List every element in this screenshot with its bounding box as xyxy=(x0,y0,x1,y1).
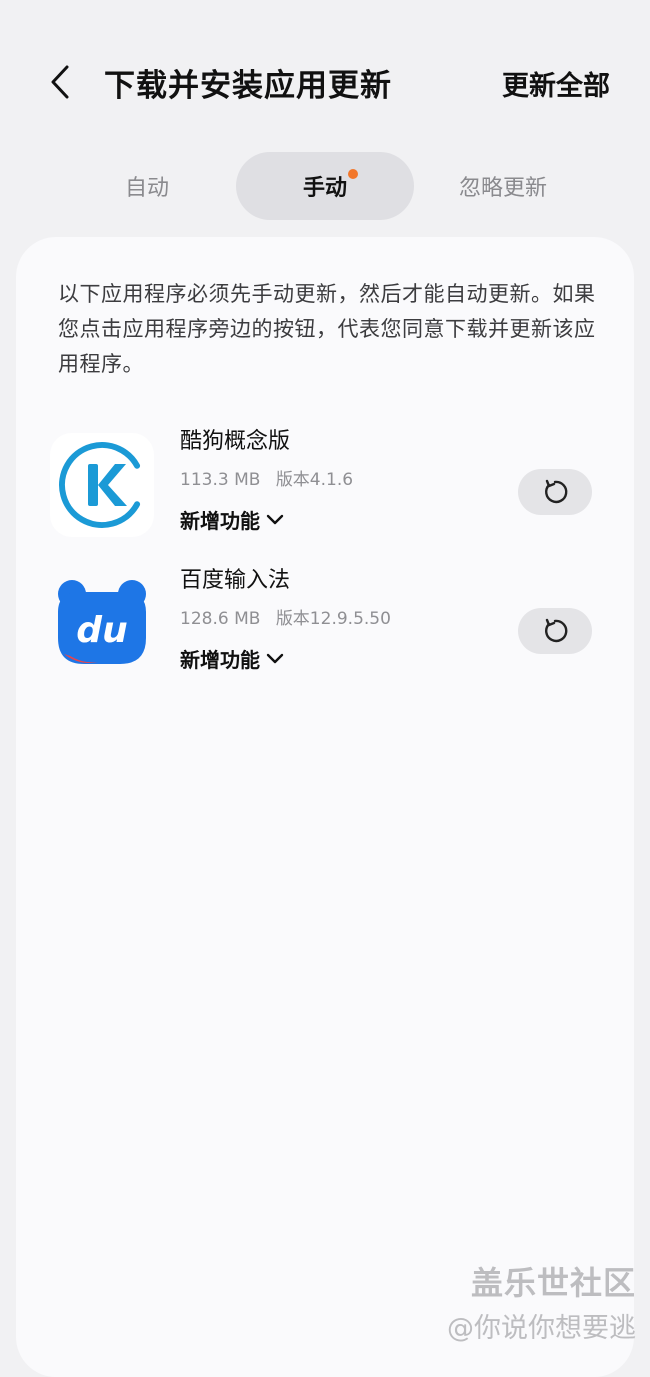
watermark-author: @你说你想要逃 xyxy=(447,1313,636,1344)
app-name: 百度输入法 xyxy=(180,568,291,593)
baidu-input-logo: du xyxy=(50,572,154,676)
tab-label: 自动 xyxy=(124,176,169,201)
app-row-kugou[interactable]: 酷狗概念版 113.3 MB 版本4.1.6 新增功能 xyxy=(16,423,634,553)
whats-new-toggle[interactable]: 新增功能 xyxy=(180,505,284,534)
tab-auto[interactable]: 自动 xyxy=(88,152,206,220)
kugou-concept-logo xyxy=(50,433,154,537)
tab-label: 手动 xyxy=(302,176,347,201)
manual-update-notice: 以下应用程序必须先手动更新，然后才能自动更新。如果您点击应用程序旁边的按钮，代表… xyxy=(58,282,596,376)
app-size: 128.6 MB xyxy=(180,609,261,629)
whats-new-label: 新增功能 xyxy=(180,509,260,533)
back-button[interactable] xyxy=(38,58,82,106)
updates-card: 以下应用程序必须先手动更新，然后才能自动更新。如果您点击应用程序旁边的按钮，代表… xyxy=(16,237,634,1377)
app-meta: 128.6 MB 版本12.9.5.50 xyxy=(180,604,391,629)
update-app-button[interactable] xyxy=(518,608,592,654)
whats-new-label: 新增功能 xyxy=(180,648,260,672)
refresh-icon xyxy=(545,618,568,643)
watermark-community: 盖乐世社区 xyxy=(470,1264,636,1302)
chevron-down-icon xyxy=(266,514,284,524)
app-version: 版本4.1.6 xyxy=(275,470,354,490)
header: 下载并安装应用更新 更新全部 xyxy=(0,0,650,140)
update-app-button[interactable] xyxy=(518,469,592,515)
app-size: 113.3 MB xyxy=(180,470,261,490)
app-version: 版本12.9.5.50 xyxy=(275,609,391,629)
app-row-baidu[interactable]: du 百度输入法 128.6 MB 版本12.9.5.50 新增功能 xyxy=(16,562,634,692)
refresh-icon xyxy=(545,479,568,504)
tab-bar: 自动 手动 忽略更新 xyxy=(0,152,650,220)
chevron-down-icon xyxy=(266,653,284,663)
chevron-left-icon xyxy=(51,65,69,99)
tab-label: 忽略更新 xyxy=(458,176,547,201)
tab-manual[interactable]: 手动 xyxy=(236,152,414,220)
tab-ignored[interactable]: 忽略更新 xyxy=(438,152,568,220)
whats-new-toggle[interactable]: 新增功能 xyxy=(180,644,284,673)
update-all-button[interactable]: 更新全部 xyxy=(502,64,610,103)
page-title: 下载并安装应用更新 xyxy=(104,68,392,104)
svg-text:du: du xyxy=(76,610,127,651)
app-name: 酷狗概念版 xyxy=(180,429,291,454)
app-meta: 113.3 MB 版本4.1.6 xyxy=(180,465,353,490)
notification-dot xyxy=(348,169,358,179)
